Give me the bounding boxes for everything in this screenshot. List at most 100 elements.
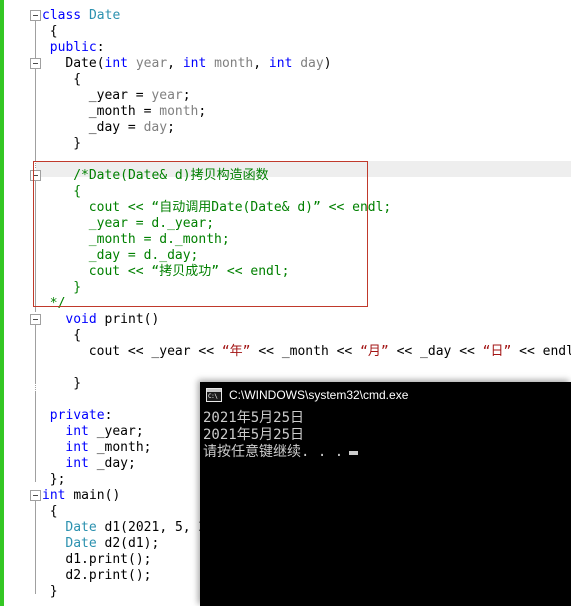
code-token: int bbox=[65, 424, 97, 439]
code-token: cout << _year << bbox=[88, 344, 222, 359]
code-token: } bbox=[49, 584, 58, 599]
code-line[interactable]: _year = year; bbox=[89, 88, 191, 104]
code-token: { bbox=[73, 184, 82, 199]
code-token: << _day << bbox=[388, 344, 483, 359]
code-line[interactable]: int _month; bbox=[65, 440, 151, 456]
code-line[interactable]: /*Date(Date& d)拷贝构造函数 bbox=[73, 168, 268, 184]
code-line[interactable]: _year = d._year; bbox=[89, 216, 214, 232]
code-token: ; bbox=[167, 120, 175, 135]
code-line[interactable]: } bbox=[73, 136, 81, 152]
code-token: _month = d._month; bbox=[88, 232, 230, 247]
code-token: } bbox=[73, 136, 82, 151]
code-line[interactable]: _day = day; bbox=[89, 120, 175, 136]
code-token: ( bbox=[96, 56, 105, 71]
code-line[interactable]: cout << “自动调用Date(Date& d)” << endl; bbox=[89, 200, 391, 216]
outline-guide bbox=[35, 320, 36, 382]
code-token: _month; bbox=[96, 440, 152, 455]
code-token: d1.print(); bbox=[65, 552, 152, 567]
code-token: ; bbox=[198, 104, 207, 119]
code-line[interactable]: } bbox=[50, 584, 58, 600]
code-token: cout << “自动调用Date(Date& d)” << endl; bbox=[88, 200, 392, 215]
code-token: class bbox=[42, 8, 89, 23]
code-token: ) bbox=[323, 56, 332, 71]
code-token: : bbox=[96, 40, 105, 55]
code-token: d2(d1); bbox=[96, 536, 160, 551]
collapse-toggle-icon[interactable] bbox=[30, 58, 41, 69]
code-token: month bbox=[159, 104, 199, 119]
code-line[interactable]: cout << “拷贝成功” << endl; bbox=[89, 264, 290, 280]
code-token: } bbox=[73, 376, 82, 391]
code-line[interactable]: } bbox=[73, 280, 81, 296]
code-line[interactable]: _day = d._day; bbox=[89, 248, 199, 264]
code-line[interactable]: class Date bbox=[42, 8, 120, 24]
outline-guide bbox=[35, 392, 36, 482]
code-token: Date bbox=[65, 56, 97, 71]
cmd-icon-glyph: C:\ bbox=[208, 393, 218, 400]
code-token: public bbox=[49, 40, 97, 55]
code-token: _day = d._day; bbox=[88, 248, 199, 263]
code-token: _year = bbox=[88, 88, 152, 103]
code-line[interactable]: _month = d._month; bbox=[89, 232, 230, 248]
code-line[interactable]: int _year; bbox=[65, 424, 143, 440]
code-token: { bbox=[73, 72, 82, 87]
code-token: main() bbox=[73, 488, 121, 503]
code-token: _month = bbox=[88, 104, 160, 119]
code-token: private bbox=[49, 408, 105, 423]
code-line[interactable]: d2.print(); bbox=[65, 568, 151, 584]
console-title-bar[interactable]: C:\ C:\WINDOWS\system32\cmd.exe bbox=[200, 382, 571, 408]
code-line[interactable]: { bbox=[50, 24, 58, 40]
code-token: << _month << bbox=[250, 344, 361, 359]
code-token: int bbox=[42, 488, 74, 503]
console-output-line: 2021年5月25日 bbox=[203, 410, 305, 426]
code-token: , bbox=[253, 56, 269, 71]
code-token: void bbox=[65, 312, 105, 327]
code-line[interactable]: { bbox=[73, 184, 81, 200]
code-line[interactable]: { bbox=[50, 504, 58, 520]
console-output[interactable]: 2021年5月25日 2021年5月25日 请按任意键继续. . . bbox=[200, 408, 571, 606]
code-token: int bbox=[182, 56, 215, 71]
code-token: { bbox=[49, 504, 58, 519]
code-token: _day; bbox=[96, 456, 136, 471]
console-window[interactable]: C:\ C:\WINDOWS\system32\cmd.exe 2021年5月2… bbox=[200, 382, 571, 606]
collapse-toggle-icon[interactable] bbox=[30, 490, 41, 501]
code-line[interactable]: Date d2(d1); bbox=[65, 536, 159, 552]
collapse-toggle-icon[interactable] bbox=[30, 170, 41, 181]
console-output-line: 2021年5月25日 bbox=[203, 427, 305, 443]
code-line[interactable]: { bbox=[73, 328, 81, 344]
code-token: int bbox=[65, 456, 97, 471]
code-line[interactable]: } bbox=[73, 376, 81, 392]
outline-guide bbox=[35, 176, 36, 312]
code-line[interactable]: d1.print(); bbox=[65, 552, 151, 568]
code-token: _year = d._year; bbox=[88, 216, 215, 231]
code-token: ; bbox=[182, 88, 191, 103]
code-line[interactable]: _month = month; bbox=[89, 104, 206, 120]
code-line[interactable]: int main() bbox=[42, 488, 120, 504]
code-line[interactable]: private: bbox=[50, 408, 113, 424]
code-token: Date bbox=[65, 536, 97, 551]
code-line[interactable]: Date(int year, int month, int day) bbox=[65, 56, 331, 72]
code-line[interactable]: */ bbox=[50, 296, 66, 312]
code-line[interactable]: }; bbox=[50, 472, 66, 488]
outline-guide bbox=[35, 382, 37, 392]
collapse-toggle-icon[interactable] bbox=[30, 314, 41, 325]
collapse-toggle-icon[interactable] bbox=[30, 10, 41, 21]
code-token: Date bbox=[65, 520, 97, 535]
cmd-icon: C:\ bbox=[206, 388, 222, 402]
code-token: print() bbox=[104, 312, 160, 327]
code-line[interactable]: cout << _year << “年” << _month << “月” <<… bbox=[89, 344, 571, 360]
code-token: , bbox=[167, 56, 183, 71]
code-line[interactable]: { bbox=[73, 72, 81, 88]
code-line[interactable]: int _day; bbox=[65, 456, 135, 472]
code-token: _day = bbox=[88, 120, 144, 135]
change-tracking-bar bbox=[0, 0, 4, 606]
code-token: }; bbox=[49, 472, 66, 487]
code-line[interactable]: void print() bbox=[65, 312, 159, 328]
outline-guide bbox=[35, 496, 36, 594]
code-token: : bbox=[104, 408, 113, 423]
code-token: int bbox=[268, 56, 301, 71]
code-line[interactable]: public: bbox=[50, 40, 105, 56]
code-token: “月” bbox=[360, 344, 389, 359]
code-token: Date bbox=[88, 8, 121, 23]
code-token: year bbox=[135, 56, 168, 71]
code-token: */ bbox=[49, 296, 66, 311]
